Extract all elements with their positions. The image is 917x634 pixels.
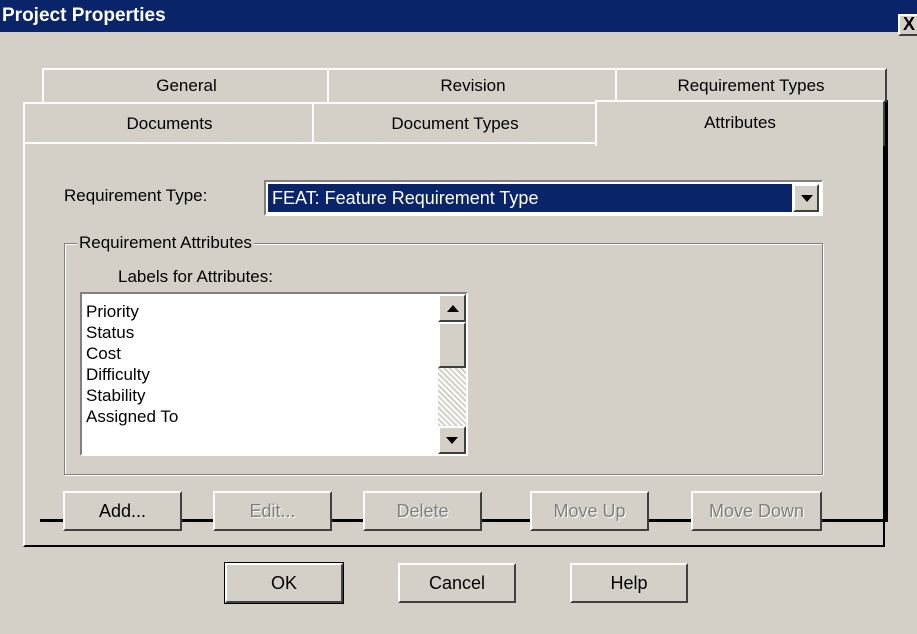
- list-item[interactable]: Priority: [86, 301, 178, 322]
- tab-revision[interactable]: Revision: [327, 68, 619, 102]
- list-item[interactable]: Stability: [86, 385, 178, 406]
- chevron-down-icon: [446, 437, 458, 444]
- tab-documents[interactable]: Documents: [23, 102, 316, 144]
- title-bar[interactable]: Project Properties: [0, 0, 917, 32]
- list-item[interactable]: Difficulty: [86, 364, 178, 385]
- requirement-type-dropdown[interactable]: FEAT: Feature Requirement Type: [264, 180, 823, 216]
- attributes-list: Priority Status Cost Difficulty Stabilit…: [86, 301, 178, 427]
- tab-general-label: General: [156, 76, 217, 95]
- chevron-down-icon: [801, 195, 813, 202]
- tab-document-types-label: Document Types: [391, 114, 519, 133]
- tab-attributes-label: Attributes: [704, 113, 776, 132]
- requirement-type-value: FEAT: Feature Requirement Type: [268, 184, 792, 212]
- add-button[interactable]: Add...: [63, 491, 182, 531]
- tab-requirement-types-label: Requirement Types: [677, 76, 825, 95]
- dropdown-button[interactable]: [793, 184, 819, 212]
- cancel-button[interactable]: Cancel: [398, 563, 516, 603]
- tab-general[interactable]: General: [42, 68, 331, 102]
- window-title: Project Properties: [2, 5, 166, 26]
- tab-document-types[interactable]: Document Types: [312, 102, 598, 144]
- tab-attributes[interactable]: Attributes: [595, 100, 885, 146]
- list-item[interactable]: Assigned To: [86, 406, 178, 427]
- requirement-type-label: Requirement Type:: [64, 186, 208, 205]
- tab-revision-label: Revision: [440, 76, 506, 95]
- list-label: Labels for Attributes:: [118, 267, 273, 286]
- scrollbar-thumb[interactable]: [438, 322, 466, 368]
- scroll-down-button[interactable]: [438, 426, 466, 454]
- list-item[interactable]: Cost: [86, 343, 178, 364]
- help-button[interactable]: Help: [570, 563, 688, 603]
- delete-button[interactable]: Delete: [363, 491, 482, 531]
- scroll-up-button[interactable]: [438, 294, 466, 322]
- chevron-up-icon: [447, 305, 459, 312]
- move-up-button[interactable]: Move Up: [530, 491, 649, 531]
- move-down-button[interactable]: Move Down: [691, 491, 822, 531]
- vertical-scrollbar[interactable]: [438, 294, 466, 454]
- close-button[interactable]: X: [898, 14, 917, 36]
- group-legend: Requirement Attributes: [77, 233, 254, 253]
- list-item[interactable]: Status: [86, 322, 178, 343]
- close-icon: X: [903, 14, 916, 34]
- tab-documents-label: Documents: [126, 114, 213, 133]
- attributes-listbox[interactable]: Priority Status Cost Difficulty Stabilit…: [80, 292, 468, 456]
- edit-button[interactable]: Edit...: [213, 491, 332, 531]
- ok-button[interactable]: OK: [224, 562, 344, 604]
- tab-requirement-types[interactable]: Requirement Types: [615, 68, 887, 102]
